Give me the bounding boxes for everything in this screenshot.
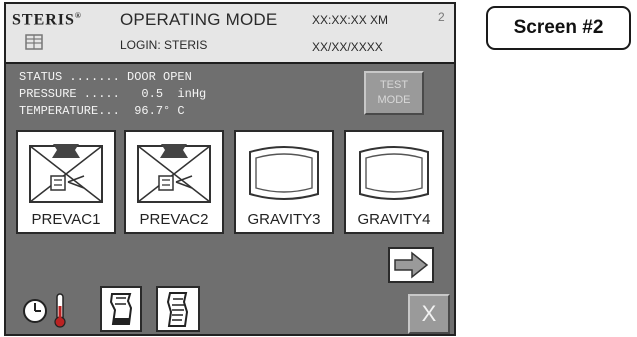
next-page-button[interactable] (388, 247, 434, 283)
cycle-label: GRAVITY4 (357, 211, 431, 228)
time-display: XX:XX:XX XM (312, 13, 389, 27)
cycle-label: GRAVITY3 (247, 211, 321, 228)
status-line: STATUS ....... DOOR OPEN (19, 70, 192, 84)
prevac-chamber-icon (29, 144, 103, 203)
gravity-chamber-icon (359, 146, 429, 200)
cycle-label: PREVAC1 (31, 211, 101, 228)
right-arrow-icon (394, 251, 429, 279)
prevac-chamber-icon (137, 144, 211, 203)
temperature-line: TEMPERATURE... 96.7° C (19, 104, 185, 118)
operating-mode-screen: STERIS® OPERATING MODE LOGIN: STERIS XX:… (4, 2, 456, 336)
gravity-chamber-icon (249, 146, 319, 200)
steris-logo: STERIS® (12, 11, 82, 29)
test-mode-button[interactable]: TEST MODE (364, 71, 424, 115)
cycle-button-prevac2[interactable]: PREVAC2 (124, 130, 224, 234)
clock-thermometer-button[interactable] (14, 286, 94, 332)
cycle-button-prevac1[interactable]: PREVAC1 (16, 130, 116, 234)
login-label: LOGIN: STERIS (120, 38, 208, 52)
test-mode-label-1: TEST (379, 79, 409, 91)
status-panel: STATUS ....... DOOR OPEN PRESSURE ..... 0… (19, 69, 206, 120)
close-button[interactable]: X (408, 294, 450, 334)
cycle-label: PREVAC2 (139, 211, 209, 228)
printer-button[interactable] (100, 286, 142, 332)
printer-icon (109, 293, 133, 325)
test-mode-label-2: MODE (377, 94, 411, 106)
header-bar: STERIS® OPERATING MODE LOGIN: STERIS XX:… (6, 4, 454, 64)
cycle-button-gravity3[interactable]: GRAVITY3 (234, 130, 334, 234)
screen-number-label: Screen #2 (486, 6, 631, 50)
report-icon (166, 292, 189, 327)
pressure-line: PRESSURE ..... 0.5 inHg (19, 87, 207, 101)
clock-thermometer-icon (23, 293, 66, 328)
date-display: XX/XX/XXXX (312, 40, 383, 54)
page-title: OPERATING MODE (120, 10, 278, 29)
page-number: 2 (438, 10, 445, 24)
report-button[interactable] (156, 286, 200, 332)
cycle-button-gravity4[interactable]: GRAVITY4 (344, 130, 444, 234)
steris-logo-mark-icon (25, 34, 43, 50)
